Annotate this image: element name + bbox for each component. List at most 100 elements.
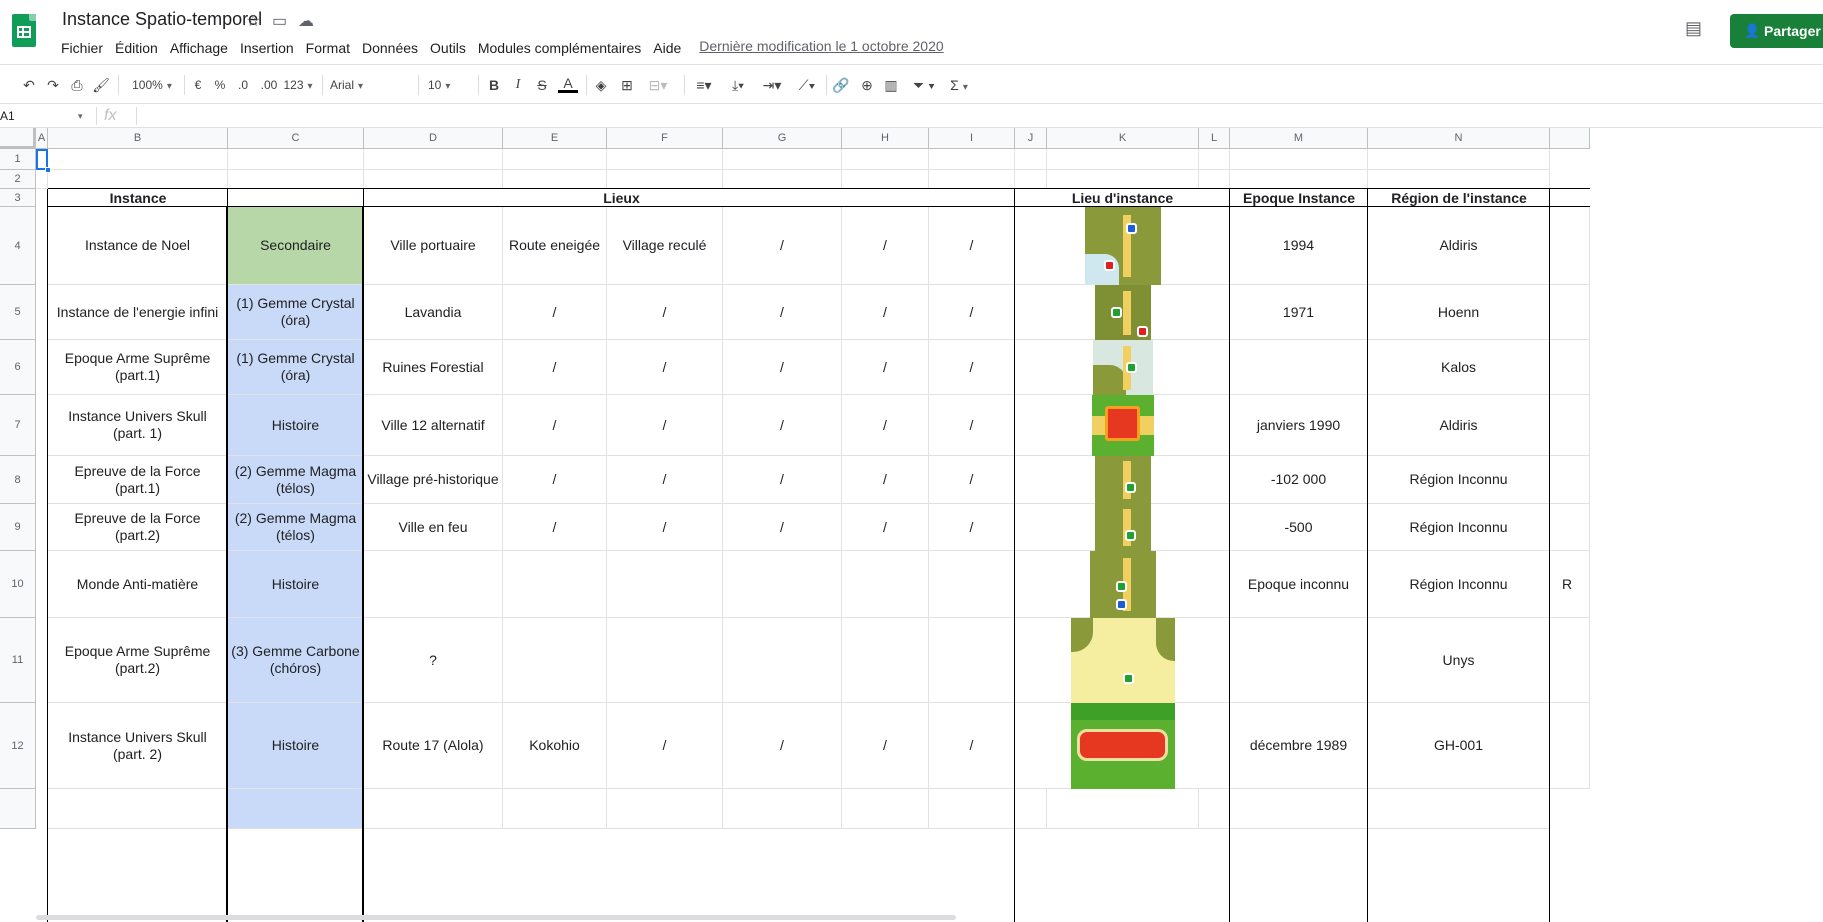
cell-overflow[interactable] [1550, 207, 1590, 285]
menu-0[interactable]: Fichier [55, 38, 109, 58]
currency-format-button[interactable]: € [190, 73, 206, 97]
row-header-10[interactable]: 10 [0, 551, 36, 618]
row-header-9[interactable]: 9 [0, 504, 36, 551]
cell-i[interactable]: / [929, 340, 1015, 395]
grid-cell[interactable] [364, 789, 503, 829]
cell-type[interactable]: (1) Gemme Crystal (óra) [228, 285, 364, 340]
grid-cell[interactable] [842, 789, 929, 829]
grid-cell[interactable] [503, 170, 607, 189]
grid-cell[interactable] [723, 789, 842, 829]
cell-i[interactable] [929, 618, 1015, 703]
grid-cell[interactable] [1015, 170, 1047, 189]
cell-instance[interactable]: Instance Univers Skull (part. 1) [48, 395, 228, 456]
column-header-k[interactable]: K [1047, 128, 1199, 149]
cell-i[interactable]: / [929, 703, 1015, 789]
cell-overflow[interactable] [1550, 703, 1590, 789]
cell-d[interactable]: Ville en feu [364, 504, 503, 551]
share-button[interactable]: 👤 Partager [1730, 14, 1823, 48]
column-header-o[interactable] [1550, 128, 1590, 149]
cell-f[interactable]: / [607, 340, 723, 395]
column-header-n[interactable]: N [1368, 128, 1550, 149]
cell-i[interactable]: / [929, 285, 1015, 340]
increase-decimals-button[interactable]: .00 [258, 73, 280, 97]
horizontal-scrollbar[interactable] [36, 915, 956, 920]
cell-epoque[interactable]: décembre 1989 [1230, 703, 1368, 789]
zoom-select[interactable]: 100% [126, 73, 178, 97]
cell-f[interactable]: / [607, 395, 723, 456]
row-header-6[interactable]: 6 [0, 340, 36, 395]
row-header-13[interactable] [0, 789, 36, 829]
cell-h[interactable]: / [842, 207, 929, 285]
cell-f[interactable] [607, 618, 723, 703]
font-family-select[interactable]: Arial [330, 73, 410, 97]
cell-g[interactable]: / [723, 703, 842, 789]
header-lieu-instance[interactable]: Lieu d'instance [1015, 189, 1230, 207]
cell-e[interactable] [503, 618, 607, 703]
cell-epoque[interactable]: 1971 [1230, 285, 1368, 340]
grid-cell[interactable] [48, 149, 228, 170]
cell-region[interactable]: Hoenn [1368, 285, 1550, 340]
column-header-i[interactable]: I [929, 128, 1015, 149]
decrease-decimals-button[interactable]: .0 [234, 73, 252, 97]
cell-instance[interactable]: Epreuve de la Force (part.1) [48, 456, 228, 504]
cell-type[interactable]: Histoire [228, 703, 364, 789]
grid-cell[interactable] [228, 789, 364, 829]
cell-type[interactable]: Histoire [228, 551, 364, 618]
row-header-7[interactable]: 7 [0, 395, 36, 456]
fill-handle[interactable] [45, 167, 51, 173]
menu-7[interactable]: Modules complémentaires [472, 38, 647, 58]
row-header-8[interactable]: 8 [0, 456, 36, 504]
fill-color-icon[interactable]: ◈ [592, 73, 610, 97]
grid-cell[interactable] [1015, 789, 1047, 829]
cell-i[interactable]: / [929, 207, 1015, 285]
cell-epoque[interactable] [1230, 618, 1368, 703]
cell-g[interactable]: / [723, 340, 842, 395]
text-rotation-icon[interactable]: ⟋▾ [792, 73, 822, 97]
cell-d[interactable]: Ville portuaire [364, 207, 503, 285]
cell-h[interactable]: / [842, 504, 929, 551]
header-instance[interactable]: Instance [48, 189, 228, 207]
cell-instance[interactable]: Instance de Noel [48, 207, 228, 285]
cell-type[interactable]: (1) Gemme Crystal (óra) [228, 340, 364, 395]
grid-cell[interactable] [1230, 170, 1368, 189]
grid-cell[interactable] [842, 170, 929, 189]
italic-button[interactable]: I [510, 73, 526, 97]
cell-type[interactable]: Histoire [228, 395, 364, 456]
cell-h[interactable]: / [842, 340, 929, 395]
column-header-h[interactable]: H [842, 128, 929, 149]
grid-cell[interactable] [929, 789, 1015, 829]
menu-1[interactable]: Édition [109, 38, 164, 58]
cell-overflow[interactable] [1550, 618, 1590, 703]
cell-instance[interactable]: Instance de l'energie infini [48, 285, 228, 340]
cell-h[interactable] [842, 618, 929, 703]
cell-h[interactable] [842, 551, 929, 618]
cell-d[interactable]: Ville 12 alternatif [364, 395, 503, 456]
cell-f[interactable]: Village reculé [607, 207, 723, 285]
cell-f[interactable]: / [607, 703, 723, 789]
menu-5[interactable]: Données [356, 38, 424, 58]
grid-cell[interactable] [1199, 789, 1230, 829]
cell-region[interactable]: Région Inconnu [1368, 504, 1550, 551]
name-box[interactable]: A1 [0, 106, 88, 126]
grid-cell[interactable] [607, 170, 723, 189]
cell-overflow[interactable]: R [1550, 551, 1590, 618]
cell-overflow[interactable] [1550, 285, 1590, 340]
grid-cell[interactable] [503, 149, 607, 170]
grid-cell[interactable] [607, 149, 723, 170]
grid-cell[interactable] [1047, 789, 1199, 829]
cell-i[interactable] [929, 551, 1015, 618]
row-header-4[interactable]: 4 [0, 207, 36, 285]
column-header-a[interactable]: A [36, 128, 48, 149]
cell-instance[interactable]: Epreuve de la Force (part.2) [48, 504, 228, 551]
grid-cell[interactable] [1230, 789, 1368, 829]
cell-e[interactable]: / [503, 340, 607, 395]
grid-cell[interactable] [48, 789, 228, 829]
cell-e[interactable]: Kokohio [503, 703, 607, 789]
cell-e[interactable] [503, 551, 607, 618]
grid-cell[interactable] [1047, 149, 1199, 170]
cell-type[interactable]: Secondaire [228, 207, 364, 285]
cell-g[interactable] [723, 618, 842, 703]
cell-region[interactable]: Région Inconnu [1368, 551, 1550, 618]
column-header-l[interactable]: L [1199, 128, 1230, 149]
cell-e[interactable]: / [503, 395, 607, 456]
